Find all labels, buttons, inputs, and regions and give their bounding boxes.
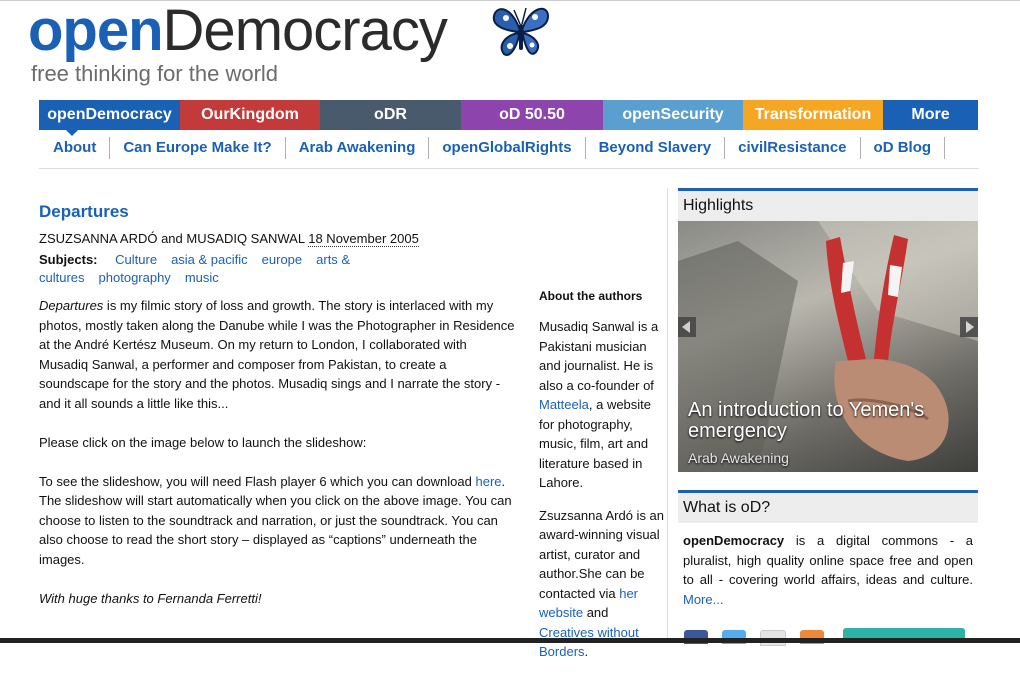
column-divider — [667, 188, 668, 643]
subject-link[interactable]: photography — [99, 270, 171, 285]
author-1-text: Musadiq Sanwal is a Pakistani musician a… — [539, 319, 659, 393]
subnav-beyond-slavery[interactable]: Beyond Slavery — [586, 137, 726, 159]
tab-more[interactable]: More — [883, 100, 978, 130]
highlight-caption[interactable]: An introduction to Yemen's emergency — [688, 400, 978, 442]
article-date: 18 November 2005 — [308, 231, 419, 247]
site-tagline: free thinking for the world — [31, 61, 279, 86]
tab-ourkingdom[interactable]: OurKingdom — [180, 100, 320, 130]
subject-link[interactable]: europe — [262, 252, 302, 267]
site-logo[interactable]: openDemocracy — [28, 0, 448, 63]
paragraph-1-text: is my filmic story of loss and growth. T… — [39, 298, 515, 411]
tab-opendemocracy[interactable]: openDemocracy — [39, 100, 180, 130]
subnav-civilresistance[interactable]: civilResistance — [725, 137, 861, 159]
subjects-label: Subjects: — [39, 252, 98, 267]
arrow-right-icon — [966, 321, 974, 333]
tab-opensecurity[interactable]: openSecurity — [603, 100, 743, 130]
subnav-about[interactable]: About — [39, 137, 111, 159]
author-2-text: Zsuzsanna Ardó is an award-winning visua… — [539, 507, 665, 601]
paragraph-3: To see the slideshow, you will need Flas… — [39, 472, 519, 570]
author-2-text-mid: and — [583, 605, 609, 620]
header-divider — [39, 168, 979, 169]
flash-download-link[interactable]: here — [475, 474, 501, 489]
matteela-link[interactable]: Matteela — [539, 397, 589, 412]
article-authors: ZSUZSANNA ARDÓ and MUSADIQ SANWAL — [39, 231, 305, 246]
subnav-od-blog[interactable]: oD Blog — [861, 137, 946, 159]
more-link[interactable]: More... — [683, 592, 723, 607]
title-emphasis: Departures — [39, 298, 104, 313]
tab-od-50-50[interactable]: oD 50.50 — [461, 100, 603, 130]
what-is-od-heading: What is oD? — [678, 490, 978, 523]
about-authors-heading: About the authors — [539, 289, 643, 303]
paragraph-3-text-a: To see the slideshow, you will need Flas… — [39, 473, 476, 489]
highlight-slide[interactable]: An introduction to Yemen's emergency Ara… — [678, 221, 978, 472]
paragraph-4: With huge thanks to Fernanda Ferretti! — [39, 589, 519, 609]
article-body: Departures is my filmic story of loss an… — [39, 296, 519, 608]
logo-democracy: Democracy — [162, 0, 448, 63]
sub-navigation: About Can Europe Make It? Arab Awakening op… — [39, 136, 946, 160]
slide-next-button[interactable] — [960, 317, 978, 337]
subject-link[interactable]: Culture — [115, 252, 157, 267]
butterfly-logo-icon — [492, 7, 550, 56]
tab-transformation[interactable]: Transformation — [743, 100, 883, 130]
slide-prev-button[interactable] — [678, 317, 696, 337]
paragraph-1: Departures is my filmic story of loss an… — [39, 296, 519, 413]
paragraph-2: Please click on the image below to launc… — [39, 434, 367, 450]
what-is-od-text: openDemocracy is a digital commons - a p… — [678, 523, 978, 609]
bottom-bar — [0, 638, 1020, 643]
article: Departures ZSUZSANNA ARDÓ and MUSADIQ SA… — [39, 200, 519, 628]
subnav-can-europe-make-it[interactable]: Can Europe Make It? — [110, 137, 286, 159]
subject-link[interactable]: asia & pacific — [171, 252, 248, 267]
what-is-od-box: What is oD? openDemocracy is a digital c… — [678, 490, 978, 609]
thanks-text: With huge thanks to Fernanda Ferretti! — [39, 590, 262, 606]
logo-open: open — [28, 0, 164, 63]
subnav-arab-awakening[interactable]: Arab Awakening — [286, 137, 430, 159]
about-authors: About the authors Musadiq Sanwal is a Pa… — [539, 287, 666, 675]
tab-odr[interactable]: oDR — [320, 100, 461, 130]
subnav-openglobalrights[interactable]: openGlobalRights — [429, 137, 586, 159]
author-2-text-end: . — [584, 644, 589, 659]
od-name: openDemocracy — [683, 533, 785, 548]
article-byline: ZSUZSANNA ARDÓ and MUSADIQ SANWAL 18 Nov… — [39, 230, 519, 248]
highlight-category[interactable]: Arab Awakening — [688, 450, 789, 466]
article-title: Departures — [39, 202, 129, 221]
article-subjects: Subjects: Culture asia & pacific europe art… — [39, 251, 519, 287]
arrow-left-icon — [682, 321, 690, 333]
subject-link[interactable]: music — [185, 270, 219, 285]
sidebar: Highlights An introduction to Yemen's em… — [678, 188, 978, 609]
author-1-bio: Musadiq Sanwal is a Pakistani musician a… — [539, 317, 666, 493]
section-tabs: openDemocracy OurKingdom oDR oD 50.50 openSe… — [39, 100, 978, 130]
highlights-heading: Highlights — [678, 188, 978, 221]
